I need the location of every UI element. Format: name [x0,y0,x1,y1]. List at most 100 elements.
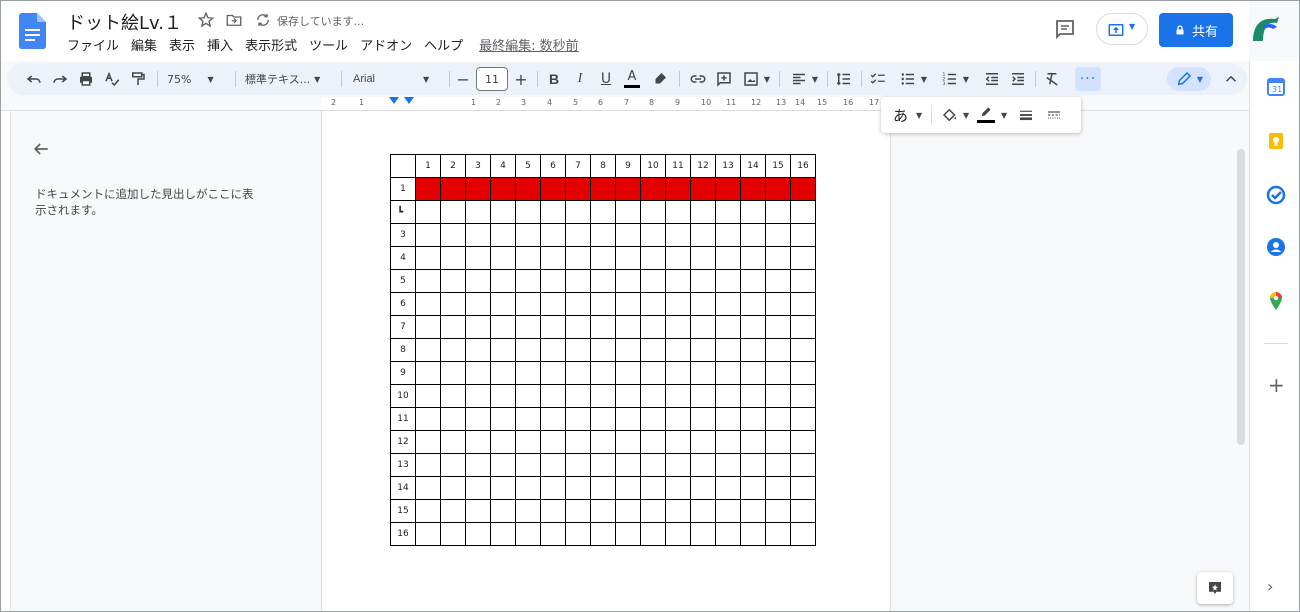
redo-button[interactable] [49,67,71,91]
pixel-cell[interactable] [640,499,666,523]
pixel-cell[interactable] [765,246,791,270]
vertical-ruler[interactable] [1,111,11,611]
menu-format[interactable]: 表示形式 [239,38,303,56]
column-header-cell[interactable]: 2 [440,154,466,178]
pixel-cell[interactable] [790,430,816,454]
pixel-cell[interactable] [490,223,516,247]
pixel-cell[interactable] [665,338,691,362]
pixel-cell[interactable] [615,453,641,477]
pixel-cell[interactable] [690,522,716,546]
pixel-cell[interactable] [415,223,441,247]
pixel-cell[interactable] [765,430,791,454]
pixel-cell[interactable] [715,384,741,408]
bold-button[interactable]: B [543,67,565,91]
pixel-cell[interactable] [415,338,441,362]
pixel-cell[interactable] [590,269,616,293]
pixel-cell[interactable] [590,177,616,201]
pixel-cell[interactable] [740,407,766,431]
pixel-cell[interactable] [740,384,766,408]
pixel-cell[interactable] [790,246,816,270]
pixel-cell[interactable] [765,453,791,477]
pixel-cell[interactable] [590,223,616,247]
pixel-cell[interactable] [740,315,766,339]
pixel-cell[interactable] [665,292,691,316]
pixel-cell[interactable] [565,177,591,201]
pixel-cell[interactable] [565,453,591,477]
italic-button[interactable]: I [569,67,591,91]
pixel-cell[interactable] [465,522,491,546]
pixel-cell[interactable] [715,200,741,224]
pixel-cell[interactable] [690,384,716,408]
pixel-cell[interactable] [440,453,466,477]
clear-formatting-button[interactable] [1041,67,1063,91]
pixel-cell[interactable] [515,246,541,270]
pixel-cell[interactable] [740,499,766,523]
pixel-cell[interactable] [765,223,791,247]
pixel-cell[interactable] [515,269,541,293]
pixel-cell[interactable] [765,407,791,431]
zoom-select[interactable]: 75% ▼ [167,67,227,91]
line-spacing-button[interactable] [833,67,855,91]
decrease-font-size-button[interactable]: − [453,67,473,91]
pixel-cell[interactable] [590,246,616,270]
pixel-cell[interactable] [615,200,641,224]
pixel-cell[interactable] [490,292,516,316]
column-header-cell[interactable]: 1 [415,154,441,178]
pixel-cell[interactable] [740,223,766,247]
pixel-cell[interactable] [490,522,516,546]
pixel-cell[interactable] [565,499,591,523]
pixel-cell[interactable] [740,292,766,316]
underline-button[interactable]: U [595,67,617,91]
pixel-cell[interactable] [440,200,466,224]
pixel-cell[interactable] [790,177,816,201]
pixel-cell[interactable] [790,315,816,339]
pixel-cell[interactable] [415,315,441,339]
pixel-cell[interactable] [490,384,516,408]
pixel-cell[interactable] [615,430,641,454]
pixel-cell[interactable] [665,246,691,270]
pixel-cell[interactable] [715,407,741,431]
checklist-button[interactable] [867,67,889,91]
pixel-cell[interactable] [690,200,716,224]
tasks-icon[interactable] [1266,185,1286,205]
contacts-icon[interactable] [1266,237,1286,257]
pixel-cell[interactable] [665,223,691,247]
menu-tools[interactable]: ツール [303,38,354,56]
pixel-cell[interactable] [465,223,491,247]
pixel-cell[interactable] [715,292,741,316]
document-title[interactable]: ドット絵Lv.１ [67,9,182,35]
pixel-cell[interactable] [465,177,491,201]
pixel-cell[interactable] [665,453,691,477]
column-header-cell[interactable]: 10 [640,154,666,178]
pixel-cell[interactable] [690,407,716,431]
pixel-cell[interactable] [740,338,766,362]
pixel-cell[interactable] [665,499,691,523]
pixel-cell[interactable] [540,223,566,247]
pixel-cell[interactable] [790,292,816,316]
pixel-cell[interactable] [565,430,591,454]
pixel-cell[interactable] [715,361,741,385]
row-header-cell[interactable]: ┗ [390,200,416,224]
pixel-cell[interactable] [740,269,766,293]
pixel-cell[interactable] [640,269,666,293]
pixel-cell[interactable] [640,338,666,362]
spellcheck-button[interactable] [101,67,123,91]
table-corner-cell[interactable] [390,154,416,178]
pixel-cell[interactable] [465,246,491,270]
pixel-cell[interactable] [565,476,591,500]
calendar-icon[interactable]: 31 [1266,77,1286,97]
pixel-cell[interactable] [465,476,491,500]
pixel-cell[interactable] [790,407,816,431]
pixel-cell[interactable] [590,499,616,523]
editing-mode-button[interactable]: ▼ [1167,67,1211,91]
pixel-cell[interactable] [790,522,816,546]
pixel-cell[interactable] [590,453,616,477]
column-header-cell[interactable]: 13 [715,154,741,178]
menu-addons[interactable]: アドオン [354,38,418,56]
column-header-cell[interactable]: 7 [565,154,591,178]
pixel-cell[interactable] [740,246,766,270]
increase-font-size-button[interactable]: + [511,67,531,91]
pixel-cell[interactable] [540,246,566,270]
explore-button[interactable] [1197,572,1233,604]
pixel-cell[interactable] [640,453,666,477]
